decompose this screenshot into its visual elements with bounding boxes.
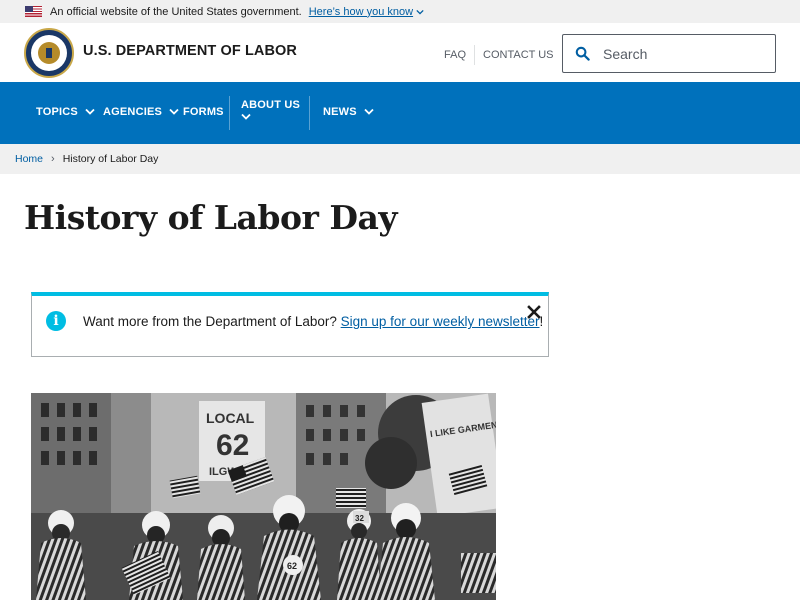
info-icon: i xyxy=(46,311,66,331)
chevron-down-icon xyxy=(241,113,251,120)
how-you-know-link[interactable]: Here’s how you know xyxy=(309,6,424,18)
faq-link[interactable]: FAQ xyxy=(436,49,474,61)
nav-about-us-label: ABOUT US xyxy=(241,99,301,111)
nav-news[interactable]: NEWS xyxy=(323,106,374,118)
alert-message: Want more from the Department of Labor? … xyxy=(83,314,543,329)
breadcrumb: Home › History of Labor Day xyxy=(0,144,800,174)
nav-forms[interactable]: FORMS xyxy=(183,106,224,118)
alert-text-before: Want more from the Department of Labor? xyxy=(83,314,337,329)
search-icon[interactable] xyxy=(575,46,590,61)
nav-agencies[interactable]: AGENCIES xyxy=(103,106,179,118)
how-you-know-label: Here’s how you know xyxy=(308,5,414,18)
dol-seal-logo[interactable] xyxy=(24,28,74,78)
page-title: History of Labor Day xyxy=(24,198,398,237)
sign-local-text: LOCAL xyxy=(206,410,255,426)
search-box[interactable] xyxy=(562,34,776,73)
nav-topics-label: TOPICS xyxy=(36,106,78,118)
dept-name[interactable]: U.S. DEPARTMENT OF LABOR xyxy=(83,43,297,59)
chevron-down-icon xyxy=(416,9,424,15)
nav-about-us[interactable]: ABOUT US xyxy=(241,99,300,121)
gov-banner-text: An official website of the United States… xyxy=(50,5,302,18)
main-nav: TOPICS AGENCIES FORMS ABOUT US NEWS xyxy=(0,82,800,144)
nav-agencies-label: AGENCIES xyxy=(103,106,163,118)
site-header: U.S. DEPARTMENT OF LABOR FAQ CONTACT US xyxy=(0,23,800,82)
utility-nav: FAQ CONTACT US xyxy=(436,45,562,65)
badge-62-text: 62 xyxy=(287,561,297,571)
us-flag-icon xyxy=(25,6,42,17)
chevron-right-icon: › xyxy=(51,153,55,165)
gov-banner: An official website of the United States… xyxy=(0,0,800,23)
nav-divider xyxy=(309,96,310,130)
breadcrumb-home-link[interactable]: Home xyxy=(15,153,43,165)
labor-day-parade-photo: LOCAL 62 ILGWU I LIKE GARMENTS WITH THIS… xyxy=(31,393,496,600)
badge-32-text: 32 xyxy=(355,514,364,523)
chevron-down-icon xyxy=(364,108,374,115)
close-icon[interactable] xyxy=(527,305,541,319)
newsletter-signup-link[interactable]: Sign up for our weekly newsletter xyxy=(341,314,540,329)
sign-number-text: 62 xyxy=(216,429,249,462)
search-input[interactable] xyxy=(603,45,763,62)
nav-news-label: NEWS xyxy=(323,106,357,118)
newsletter-alert: i Want more from the Department of Labor… xyxy=(31,292,549,357)
contact-us-link[interactable]: CONTACT US xyxy=(475,49,562,61)
breadcrumb-current: History of Labor Day xyxy=(62,153,159,165)
nav-forms-label: FORMS xyxy=(183,106,224,118)
chevron-down-icon xyxy=(169,108,179,115)
chevron-down-icon xyxy=(85,108,95,115)
nav-topics[interactable]: TOPICS xyxy=(36,106,95,118)
nav-divider xyxy=(229,96,230,130)
